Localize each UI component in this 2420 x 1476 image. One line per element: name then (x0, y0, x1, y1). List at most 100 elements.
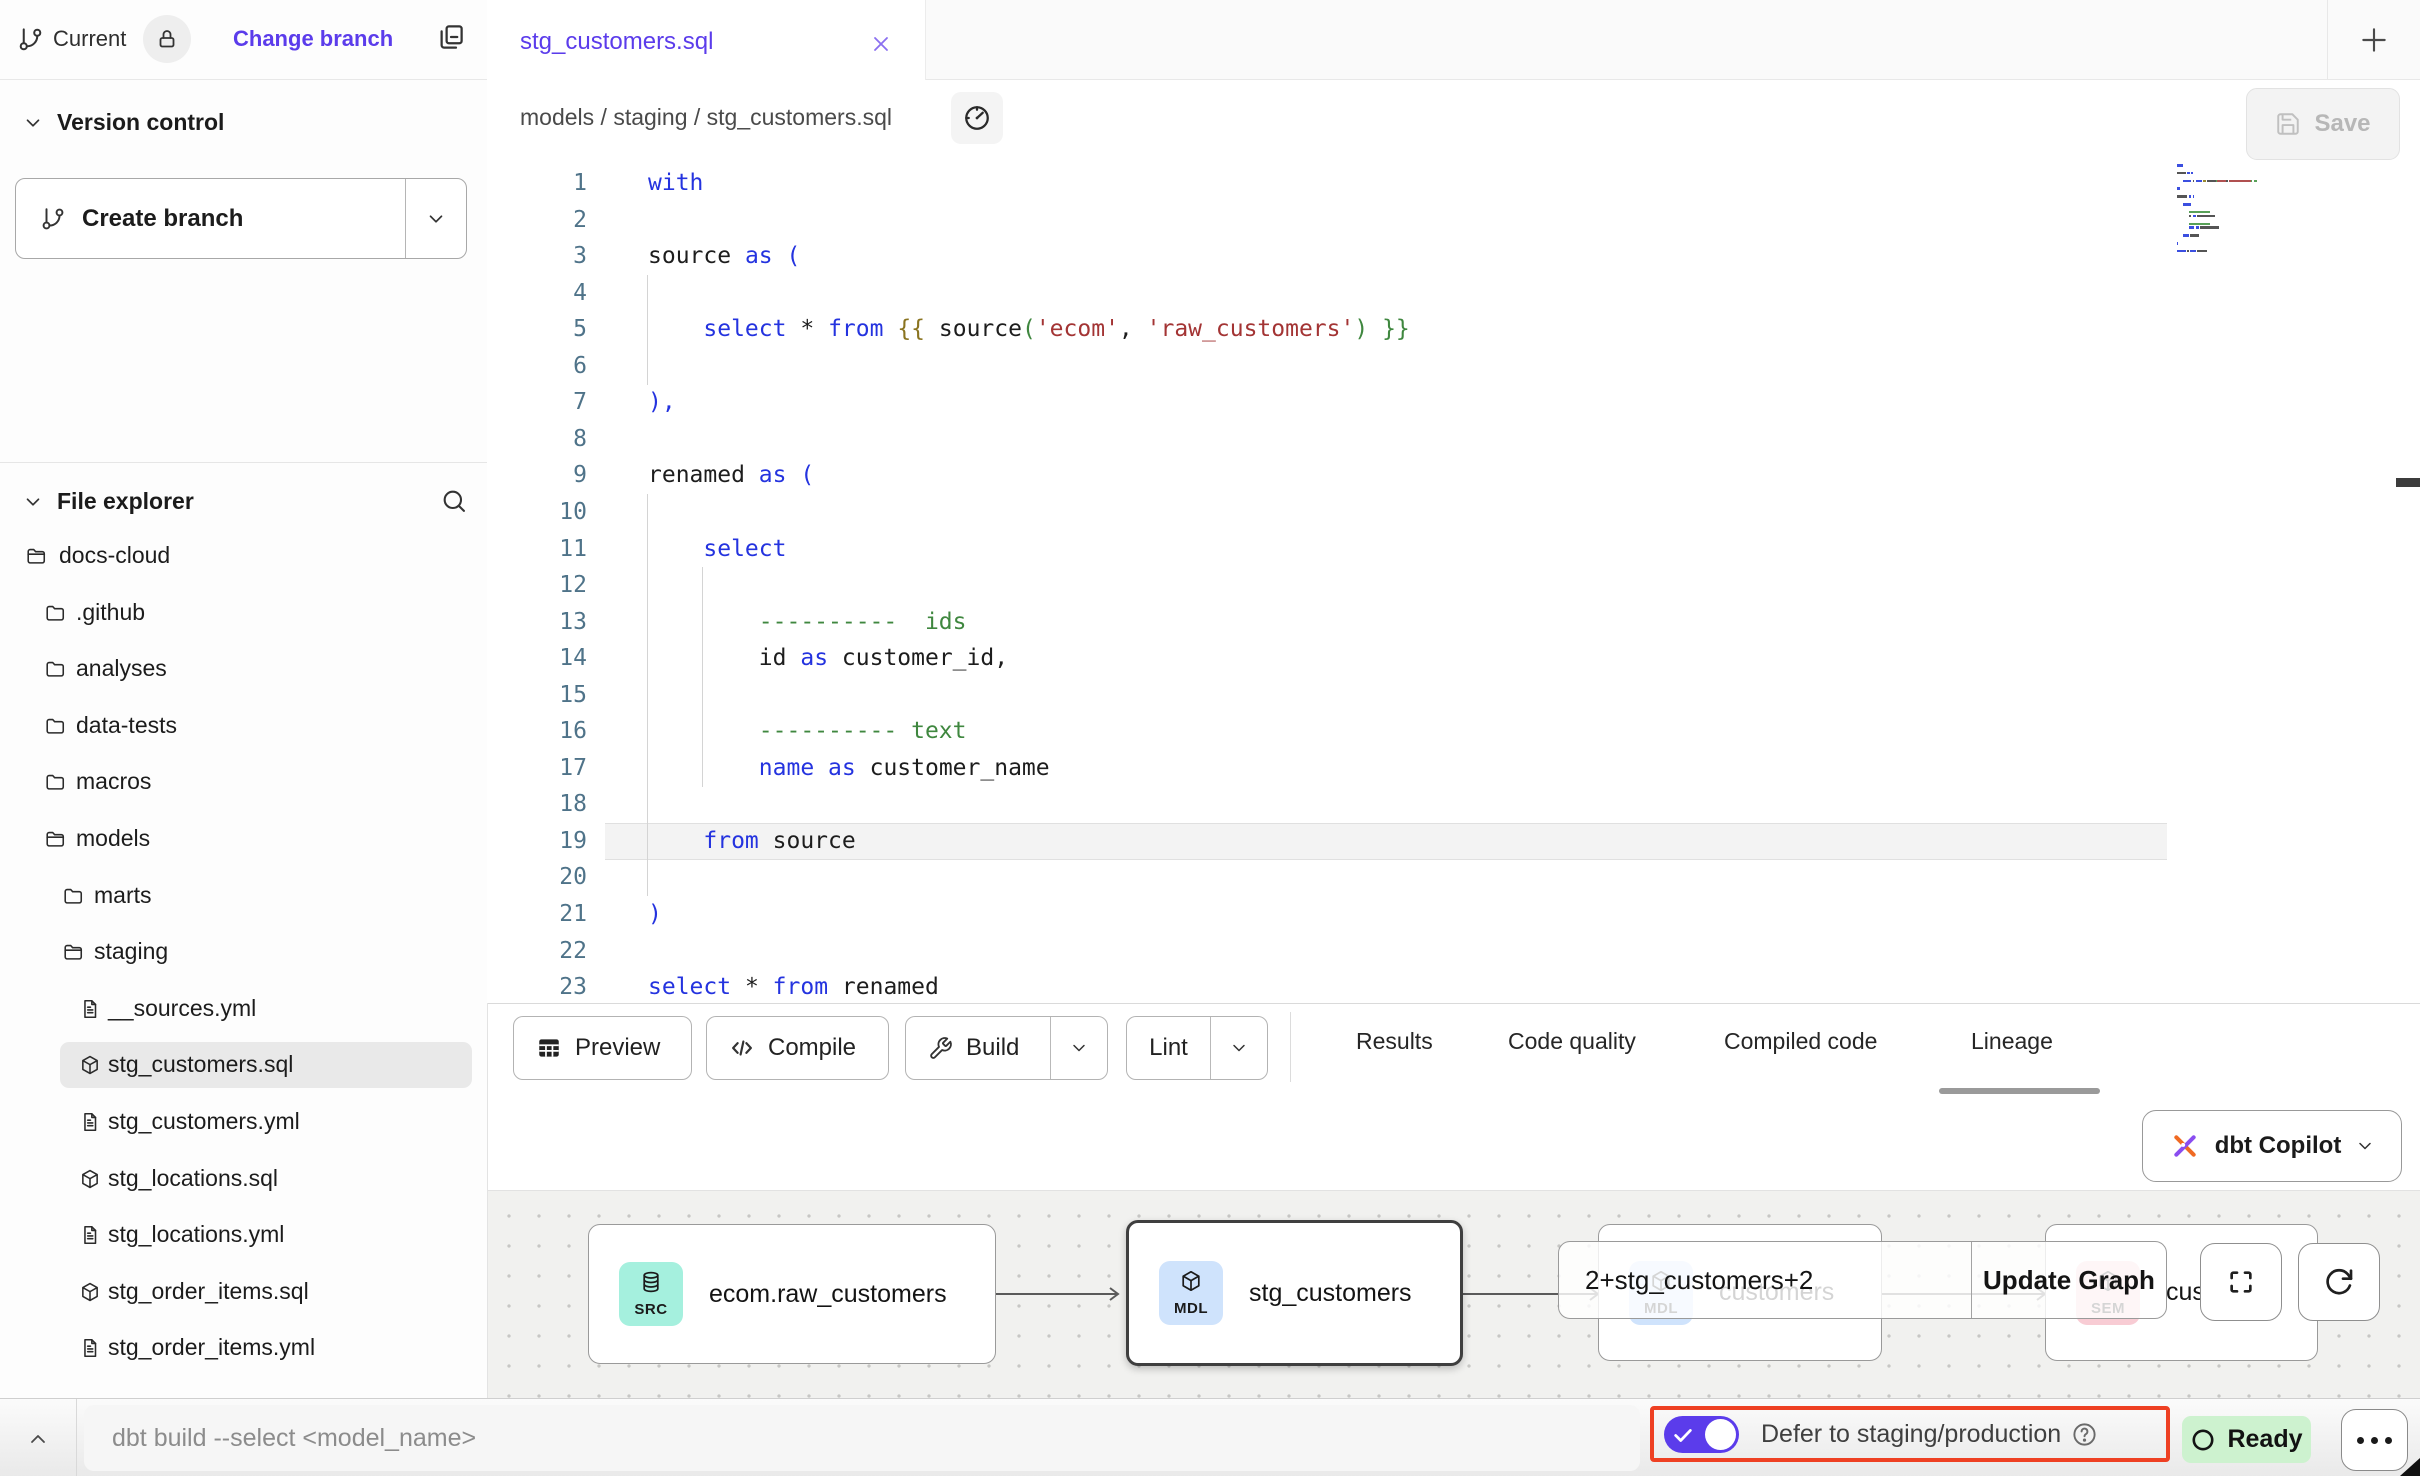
code-line-3[interactable]: 3source as ( (487, 238, 2420, 275)
panel-tab-code-quality[interactable]: Code quality (1508, 1028, 1636, 1055)
code-line-10[interactable]: 10 (487, 494, 2420, 531)
panel-tab-lineage[interactable]: Lineage (1971, 1028, 2053, 1055)
file-explorer-chevron-icon[interactable] (22, 491, 44, 513)
tree-item-stg-order-items-sql[interactable]: stg_order_items.sql (0, 1264, 487, 1320)
tree-item-label: stg_order_items.sql (108, 1278, 309, 1305)
refresh-icon (2323, 1266, 2355, 1298)
preview-button[interactable]: Preview (513, 1016, 692, 1080)
code-icon (729, 1035, 755, 1061)
code-line-12[interactable]: 12 (487, 567, 2420, 604)
lint-dropdown[interactable] (1210, 1017, 1267, 1079)
tab-close-icon[interactable] (865, 28, 897, 60)
code-line-11[interactable]: 11 select (487, 531, 2420, 568)
code-line-7[interactable]: 7), (487, 384, 2420, 421)
tree-item-staging[interactable]: staging (0, 924, 487, 980)
create-branch-dropdown[interactable] (405, 179, 466, 258)
code-line-21[interactable]: 21) (487, 896, 2420, 933)
tree-item-stg-locations-sql[interactable]: stg_locations.sql (0, 1151, 487, 1207)
compile-button[interactable]: Compile (706, 1016, 889, 1080)
indent-guide (647, 275, 648, 312)
defer-label: Defer to staging/production (1761, 1420, 2061, 1449)
lineage-canvas[interactable]: SRCecom.raw_customersMDLstg_customersMDL… (488, 1190, 2420, 1399)
update-graph-button[interactable]: Update Graph (1972, 1242, 2166, 1318)
code-line-23[interactable]: 23select * from renamed (487, 969, 2420, 1006)
editor-minimap (2177, 164, 2312, 284)
code-editor[interactable]: 1with23source as (45 select * from {{ so… (487, 160, 2420, 1003)
defer-annotation-highlight: Defer to staging/production (1650, 1406, 2170, 1462)
defer-toggle[interactable] (1664, 1416, 1739, 1453)
build-dropdown[interactable] (1050, 1017, 1107, 1079)
preview-label: Preview (575, 1034, 660, 1062)
statusbar-divider (76, 1399, 77, 1476)
tree-item-models[interactable]: models (0, 811, 487, 867)
tree-item-stg-order-items-yml[interactable]: stg_order_items.yml (0, 1320, 487, 1376)
new-tab-button[interactable] (2355, 21, 2393, 59)
version-control-chevron-icon[interactable] (22, 112, 44, 134)
tree-item-marts[interactable]: marts (0, 868, 487, 924)
change-branch-link[interactable]: Change branch (233, 26, 393, 52)
tree-item-data-tests[interactable]: data-tests (0, 698, 487, 754)
tree-item-stg-customers-yml[interactable]: stg_customers.yml (0, 1094, 487, 1150)
breadcrumb[interactable]: models / staging / stg_customers.sql (520, 104, 892, 131)
save-button[interactable]: Save (2246, 88, 2400, 160)
tree-item--github[interactable]: .github (0, 585, 487, 641)
build-button[interactable]: Build (905, 1016, 1108, 1080)
toggle-knob (1705, 1419, 1736, 1450)
section-divider (0, 462, 487, 463)
dbt-copilot-label: dbt Copilot (2215, 1132, 2342, 1160)
fullscreen-icon (2225, 1266, 2257, 1298)
dbt-copilot-icon (2169, 1130, 2201, 1162)
panel-tab-results[interactable]: Results (1356, 1028, 1433, 1055)
code-line-18[interactable]: 18 (487, 786, 2420, 823)
lineage-node-stg-customers[interactable]: MDLstg_customers (1126, 1220, 1463, 1366)
code-line-22[interactable]: 22 (487, 933, 2420, 970)
line-number: 7 (487, 384, 587, 421)
code-line-4[interactable]: 4 (487, 275, 2420, 312)
table-icon (536, 1035, 562, 1061)
model-cube-icon (79, 1281, 101, 1309)
folder-icon (44, 771, 66, 799)
lineage-node-ecom-raw-customers[interactable]: SRCecom.raw_customers (588, 1224, 996, 1364)
code-line-19[interactable]: 19 from source (487, 823, 2420, 860)
document-icon (79, 1111, 101, 1139)
code-line-8[interactable]: 8 (487, 421, 2420, 458)
tab-stg-customers-sql[interactable]: stg_customers.sql (487, 0, 926, 80)
tree-item-docs-cloud[interactable]: docs-cloud (0, 528, 487, 584)
tree-item-macros[interactable]: macros (0, 754, 487, 810)
dbt-copilot-button[interactable]: dbt Copilot (2142, 1110, 2402, 1182)
fullscreen-button[interactable] (2200, 1243, 2282, 1321)
code-line-15[interactable]: 15 (487, 677, 2420, 714)
tree-item--sources-yml[interactable]: __sources.yml (0, 981, 487, 1037)
code-line-9[interactable]: 9renamed as ( (487, 457, 2420, 494)
editor-scrollbar-thumb[interactable] (2396, 478, 2420, 487)
lineage-selector-input[interactable]: 2+stg_customers+2 (1559, 1242, 1972, 1318)
code-line-16[interactable]: 16 ---------- text (487, 713, 2420, 750)
line-number: 20 (487, 859, 587, 896)
more-options-button[interactable] (2341, 1409, 2408, 1471)
code-line-20[interactable]: 20 (487, 859, 2420, 896)
code-line-1[interactable]: 1with (487, 165, 2420, 202)
code-line-17[interactable]: 17 name as customer_name (487, 750, 2420, 787)
refresh-button[interactable] (2298, 1243, 2380, 1321)
code-line-14[interactable]: 14 id as customer_id, (487, 640, 2420, 677)
performance-gauge-icon[interactable] (951, 92, 1003, 144)
help-icon[interactable] (2071, 1421, 2098, 1448)
tree-item-analyses[interactable]: analyses (0, 641, 487, 697)
code-line-13[interactable]: 13 ---------- ids (487, 604, 2420, 641)
lint-button[interactable]: Lint (1126, 1016, 1268, 1080)
create-branch-button[interactable]: Create branch (15, 178, 467, 259)
code-line-2[interactable]: 2 (487, 202, 2420, 239)
git-branch-icon (17, 26, 44, 53)
tree-item-stg-customers-sql[interactable]: stg_customers.sql (0, 1037, 487, 1093)
copy-icon[interactable] (436, 22, 466, 52)
tree-item-stg-locations-yml[interactable]: stg_locations.yml (0, 1207, 487, 1263)
dbt-command-input[interactable]: dbt build --select <model_name> (84, 1405, 1640, 1471)
code-line-6[interactable]: 6 (487, 348, 2420, 385)
code-line-5[interactable]: 5 select * from {{ source('ecom', 'raw_c… (487, 311, 2420, 348)
collapse-chevron-icon[interactable] (26, 1427, 50, 1451)
folder-open-icon (62, 941, 84, 969)
panel-tab-compiled-code[interactable]: Compiled code (1724, 1028, 1877, 1055)
folder-icon (44, 715, 66, 743)
search-icon[interactable] (440, 487, 468, 515)
file-explorer-title: File explorer (57, 488, 194, 515)
